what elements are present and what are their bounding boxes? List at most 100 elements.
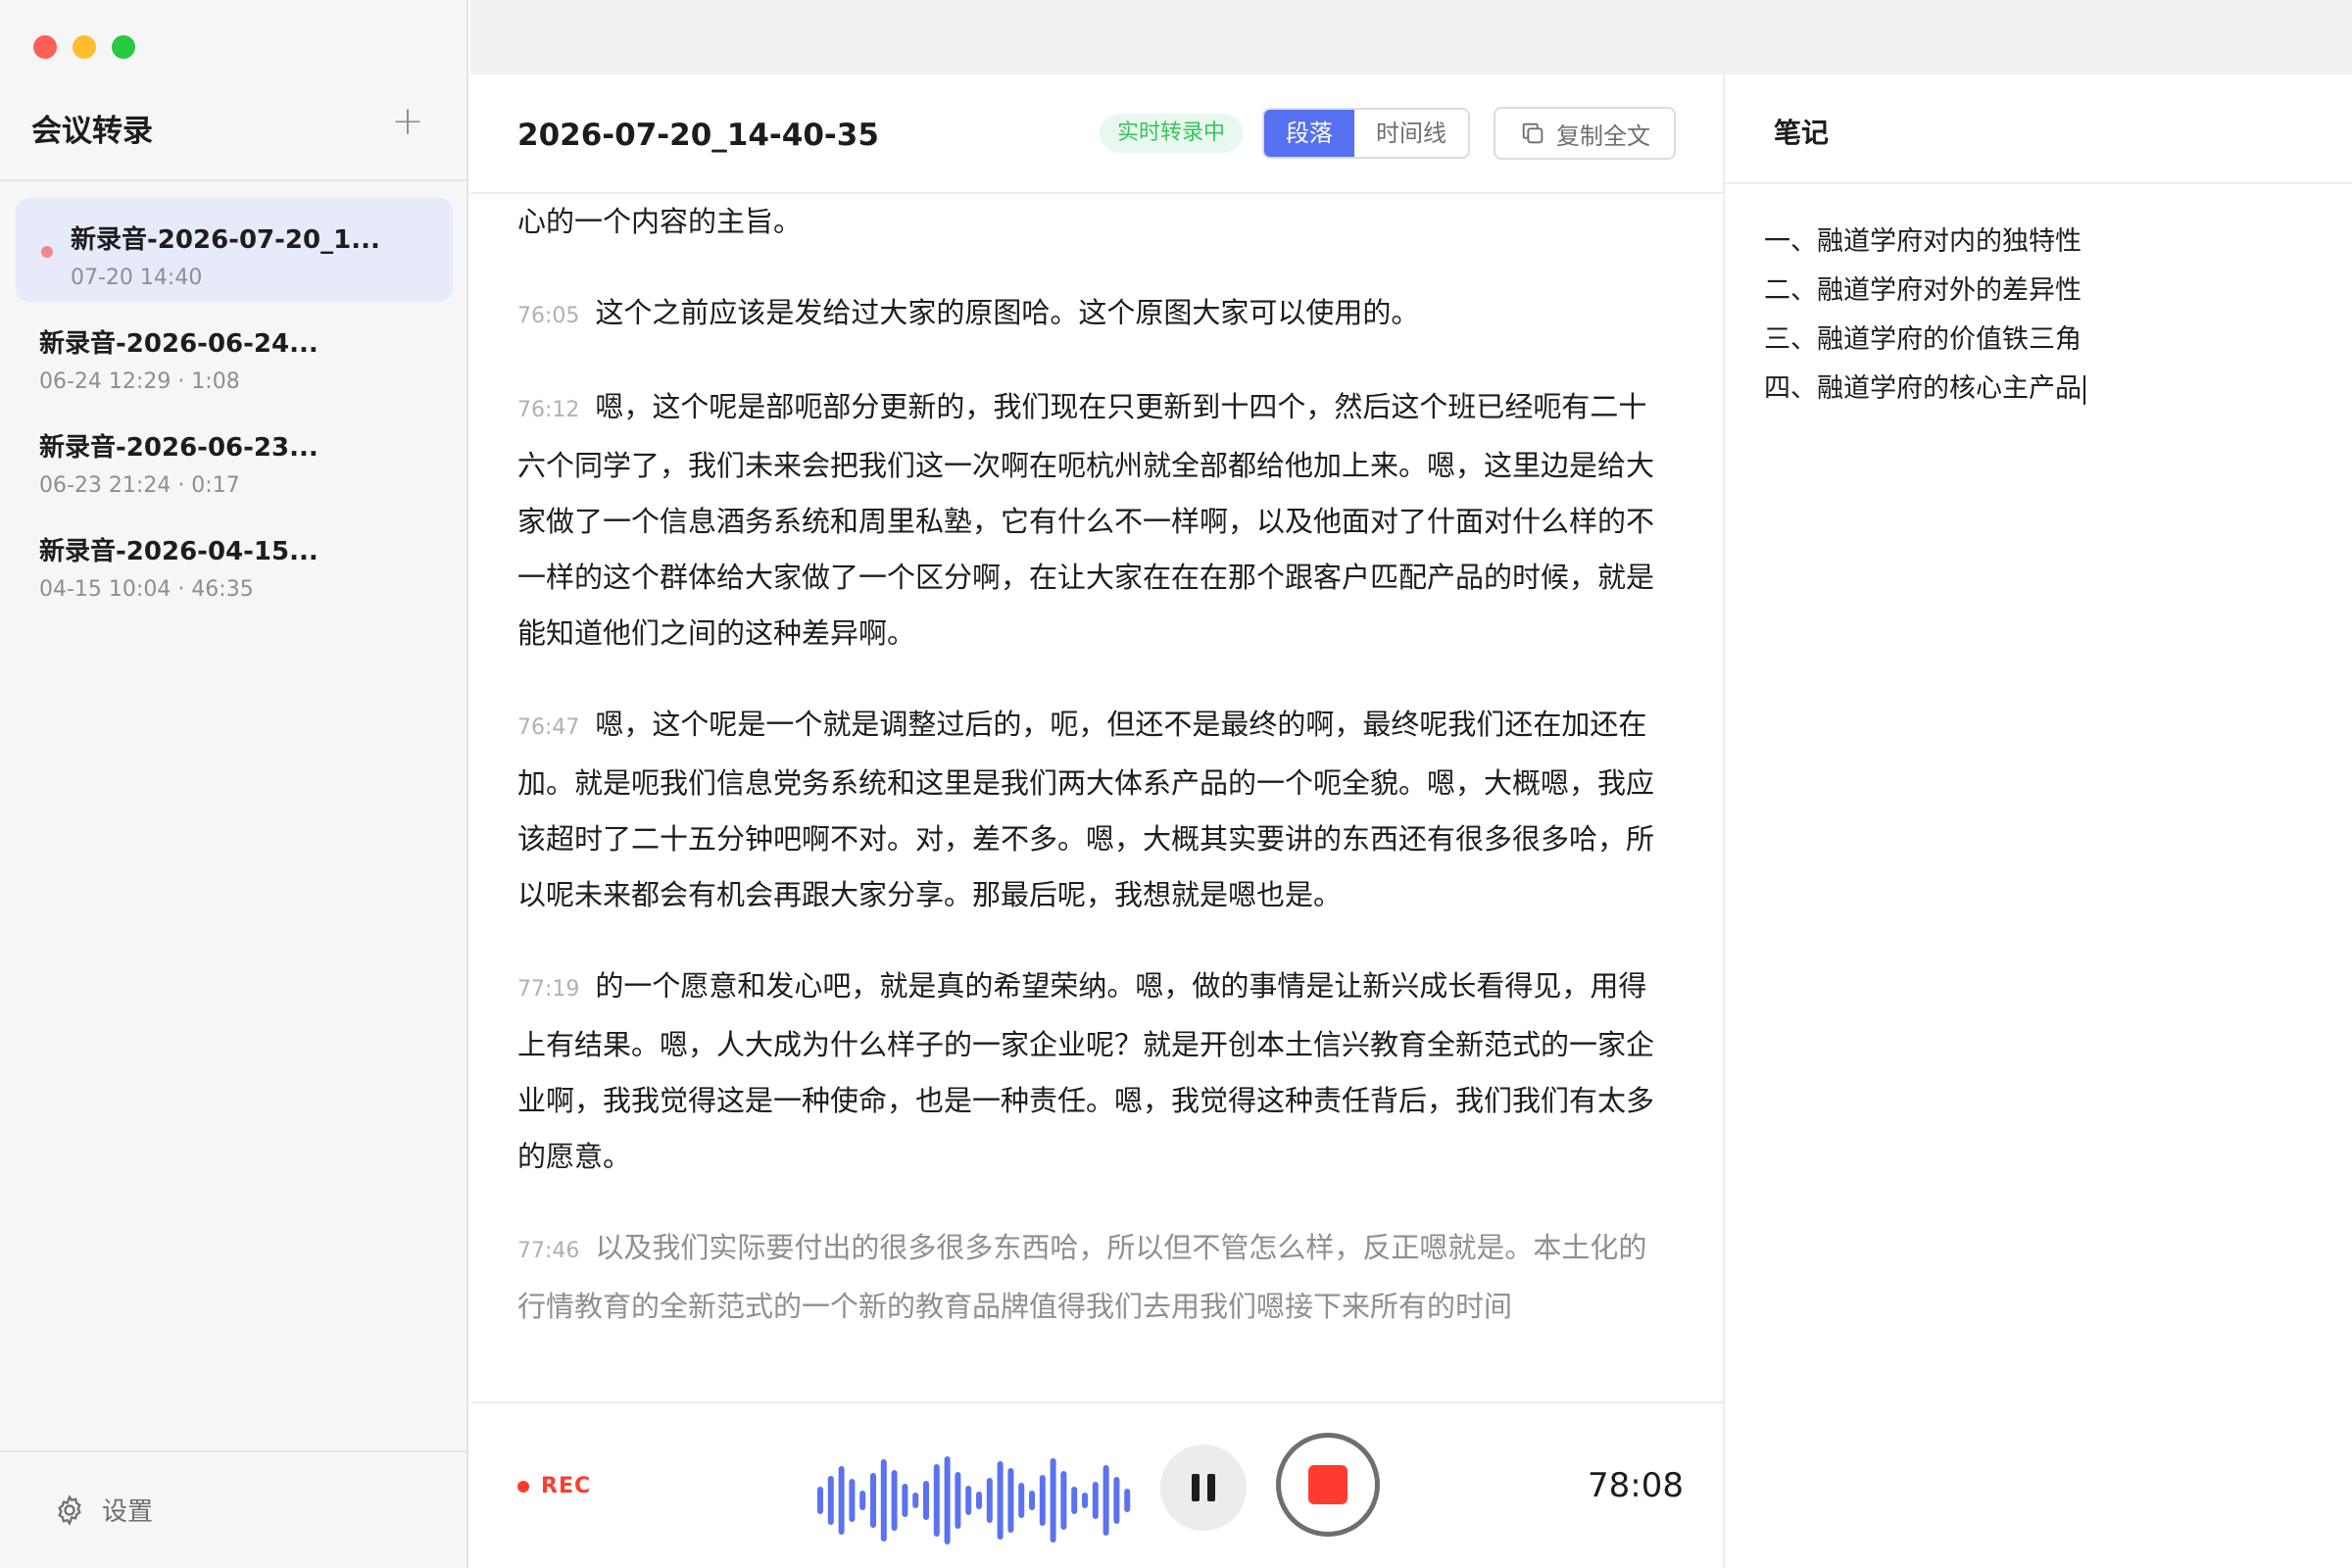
- waveform-bar: [997, 1461, 1004, 1540]
- recording-item-title: 新录音-2026-06-24...: [39, 329, 318, 359]
- transcript-body: 心的一个内容的主旨。 76:05 这个之前应该是发给过大家的原图哈。这个原图大家可…: [517, 194, 1674, 1399]
- title-bar: [470, 0, 2352, 74]
- sidebar: 会议转录 + 新录音-2026-07-20_1... 07-20 14:40 新…: [0, 0, 468, 1568]
- transcript-paragraph: 76:47 嗯，这个呢是一个就是调整过后的，呃，但还不是最终的啊，最终呢我们还在加…: [517, 697, 1674, 923]
- transcript-text: 嗯，这个呢是部呃部分更新的，我们现在只更新到十四个，然后这个班已经呃有二十六个同…: [517, 390, 1655, 650]
- pause-button[interactable]: [1160, 1445, 1247, 1531]
- copy-all-label: 复制全文: [1556, 122, 1650, 150]
- waveform-bar: [976, 1492, 982, 1509]
- waveform-bar: [880, 1459, 887, 1542]
- settings-label: 设置: [102, 1497, 154, 1527]
- timestamp: 77:46: [517, 1239, 580, 1263]
- rec-indicator: REC: [517, 1474, 591, 1498]
- waveform-bar: [838, 1466, 845, 1535]
- transcript-text: 以及我们实际要付出的很多很多东西哈，所以但不管怎么样，反正嗯就是。本土化的行情教…: [517, 1231, 1647, 1323]
- recording-item-meta: 06-23 21:24 · 0:17: [39, 473, 240, 498]
- view-mode-toggle: 段落 时间线: [1262, 108, 1470, 159]
- timestamp: 76:12: [517, 398, 580, 422]
- recording-item[interactable]: 新录音-2026-06-24... 06-24 12:29 · 1:08: [16, 302, 453, 406]
- waveform-bar: [1082, 1493, 1088, 1508]
- recording-item-title: 新录音-2026-04-15...: [39, 537, 318, 566]
- copy-icon: [1522, 122, 1544, 144]
- recording-dot-icon: [41, 246, 53, 258]
- transcript-text: 嗯，这个呢是一个就是调整过后的，呃，但还不是最终的啊，最终呢我们还在加还在加。就…: [517, 708, 1655, 911]
- recording-controls: REC 78:08: [470, 1401, 1723, 1568]
- waveform-bar: [986, 1478, 993, 1523]
- note-line: 二、融道学府对外的差异性: [1764, 275, 2082, 306]
- waveform-bar: [817, 1487, 823, 1514]
- waveform-bar: [933, 1464, 940, 1537]
- rec-label: REC: [541, 1474, 592, 1498]
- timestamp: 76:47: [517, 715, 580, 740]
- recording-item[interactable]: 新录音-2026-04-15... 04-15 10:04 · 46:35: [16, 510, 453, 613]
- sidebar-title: 会议转录: [31, 114, 153, 149]
- waveform-bar: [849, 1479, 856, 1522]
- window-controls: [33, 35, 135, 59]
- waveform-bar: [1102, 1465, 1109, 1536]
- transcript-text: 心的一个内容的主旨。: [517, 205, 803, 238]
- recording-item[interactable]: 新录音-2026-06-23... 06-23 21:24 · 0:17: [16, 406, 453, 510]
- waveform-bar: [902, 1484, 908, 1517]
- timestamp: 77:19: [517, 977, 580, 1002]
- waveform-bar: [965, 1486, 972, 1515]
- transcript-text: 的一个愿意和发心吧，就是真的希望荣纳。嗯，做的事情是让新兴成长看得见，用得上有结…: [517, 969, 1655, 1173]
- recording-title: 2026-07-20_14-40-35: [517, 118, 879, 153]
- divider: [0, 179, 466, 181]
- zoom-window-button[interactable]: [112, 35, 135, 59]
- waveform-icon: [817, 1456, 1131, 1544]
- elapsed-timer: 78:08: [1588, 1466, 1684, 1505]
- waveform-bar: [1092, 1482, 1099, 1519]
- gear-icon: [58, 1494, 81, 1526]
- note-line: 一、融道学府对内的独特性: [1764, 226, 2082, 257]
- waveform-bar: [1050, 1458, 1056, 1543]
- waveform-bar: [891, 1470, 898, 1531]
- transcript-panel: 2026-07-20_14-40-35 实时转录中 段落 时间线 复制全文 心的…: [470, 74, 1723, 1568]
- stop-icon: [1308, 1465, 1348, 1504]
- waveform-bar: [1039, 1475, 1046, 1526]
- pause-icon: [1207, 1474, 1215, 1501]
- timestamp: 76:05: [517, 304, 580, 328]
- tab-timeline[interactable]: 时间线: [1354, 110, 1468, 157]
- recording-item-meta: 06-24 12:29 · 1:08: [39, 369, 240, 394]
- waveform-bar: [944, 1456, 951, 1544]
- waveform-bar: [1029, 1491, 1035, 1510]
- waveform-bar: [1113, 1477, 1120, 1524]
- transcript-paragraph-pending: 77:46 以及我们实际要付出的很多很多东西哈，所以但不管怎么样，反正嗯就是。本土…: [517, 1220, 1674, 1335]
- minimize-window-button[interactable]: [73, 35, 96, 59]
- waveform-bar: [1018, 1483, 1025, 1518]
- notes-editor[interactable]: 一、融道学府对内的独特性 二、融道学府对外的差异性 三、融道学府的价值铁三角 四…: [1764, 218, 2332, 414]
- transcript-paragraph: 心的一个内容的主旨。: [517, 194, 1674, 250]
- stop-button[interactable]: [1276, 1433, 1380, 1537]
- transcript-paragraph: 76:05 这个之前应该是发给过大家的原图哈。这个原图大家可以使用的。: [517, 285, 1674, 344]
- waveform-bar: [912, 1493, 919, 1508]
- transcript-paragraph: 76:12 嗯，这个呢是部呃部分更新的，我们现在只更新到十四个，然后这个班已经呃有…: [517, 379, 1674, 662]
- waveform-bar: [1060, 1471, 1067, 1530]
- waveform-bar: [923, 1481, 929, 1520]
- notes-header: 笔记: [1725, 74, 2352, 184]
- add-recording-button[interactable]: +: [388, 102, 427, 143]
- settings-button[interactable]: 设置: [53, 1492, 153, 1528]
- recording-item[interactable]: 新录音-2026-07-20_1... 07-20 14:40: [16, 198, 453, 302]
- waveform-bar: [859, 1491, 866, 1510]
- recording-item-title: 新录音-2026-06-23...: [39, 433, 318, 463]
- recording-item-title: 新录音-2026-07-20_1...: [71, 225, 380, 255]
- note-line: 四、融道学府的核心主产品: [1764, 365, 2332, 414]
- pause-icon: [1192, 1474, 1200, 1501]
- note-line: 三、融道学府的价值铁三角: [1764, 324, 2082, 355]
- copy-all-button[interactable]: 复制全文: [1494, 107, 1676, 160]
- transcript-header: 2026-07-20_14-40-35 实时转录中 段落 时间线 复制全文: [470, 74, 1723, 194]
- transcript-paragraph: 77:19 的一个愿意和发心吧，就是真的希望荣纳。嗯，做的事情是让新兴成长看得见，…: [517, 958, 1674, 1185]
- waveform-bar: [827, 1476, 834, 1525]
- live-status-badge: 实时转录中: [1100, 114, 1244, 153]
- app-window: 会议转录 + 新录音-2026-07-20_1... 07-20 14:40 新…: [0, 0, 2352, 1568]
- tab-paragraph[interactable]: 段落: [1264, 110, 1354, 157]
- recording-item-meta: 04-15 10:04 · 46:35: [39, 577, 254, 602]
- recording-item-meta: 07-20 14:40: [71, 266, 203, 290]
- rec-dot-icon: [517, 1480, 529, 1493]
- recording-list: 新录音-2026-07-20_1... 07-20 14:40 新录音-2026…: [16, 198, 453, 613]
- waveform-bar: [1007, 1468, 1014, 1533]
- close-window-button[interactable]: [33, 35, 57, 59]
- transcript-text: 这个之前应该是发给过大家的原图哈。这个原图大家可以使用的。: [595, 296, 1420, 329]
- waveform-bar: [1124, 1489, 1131, 1512]
- divider: [0, 1450, 466, 1452]
